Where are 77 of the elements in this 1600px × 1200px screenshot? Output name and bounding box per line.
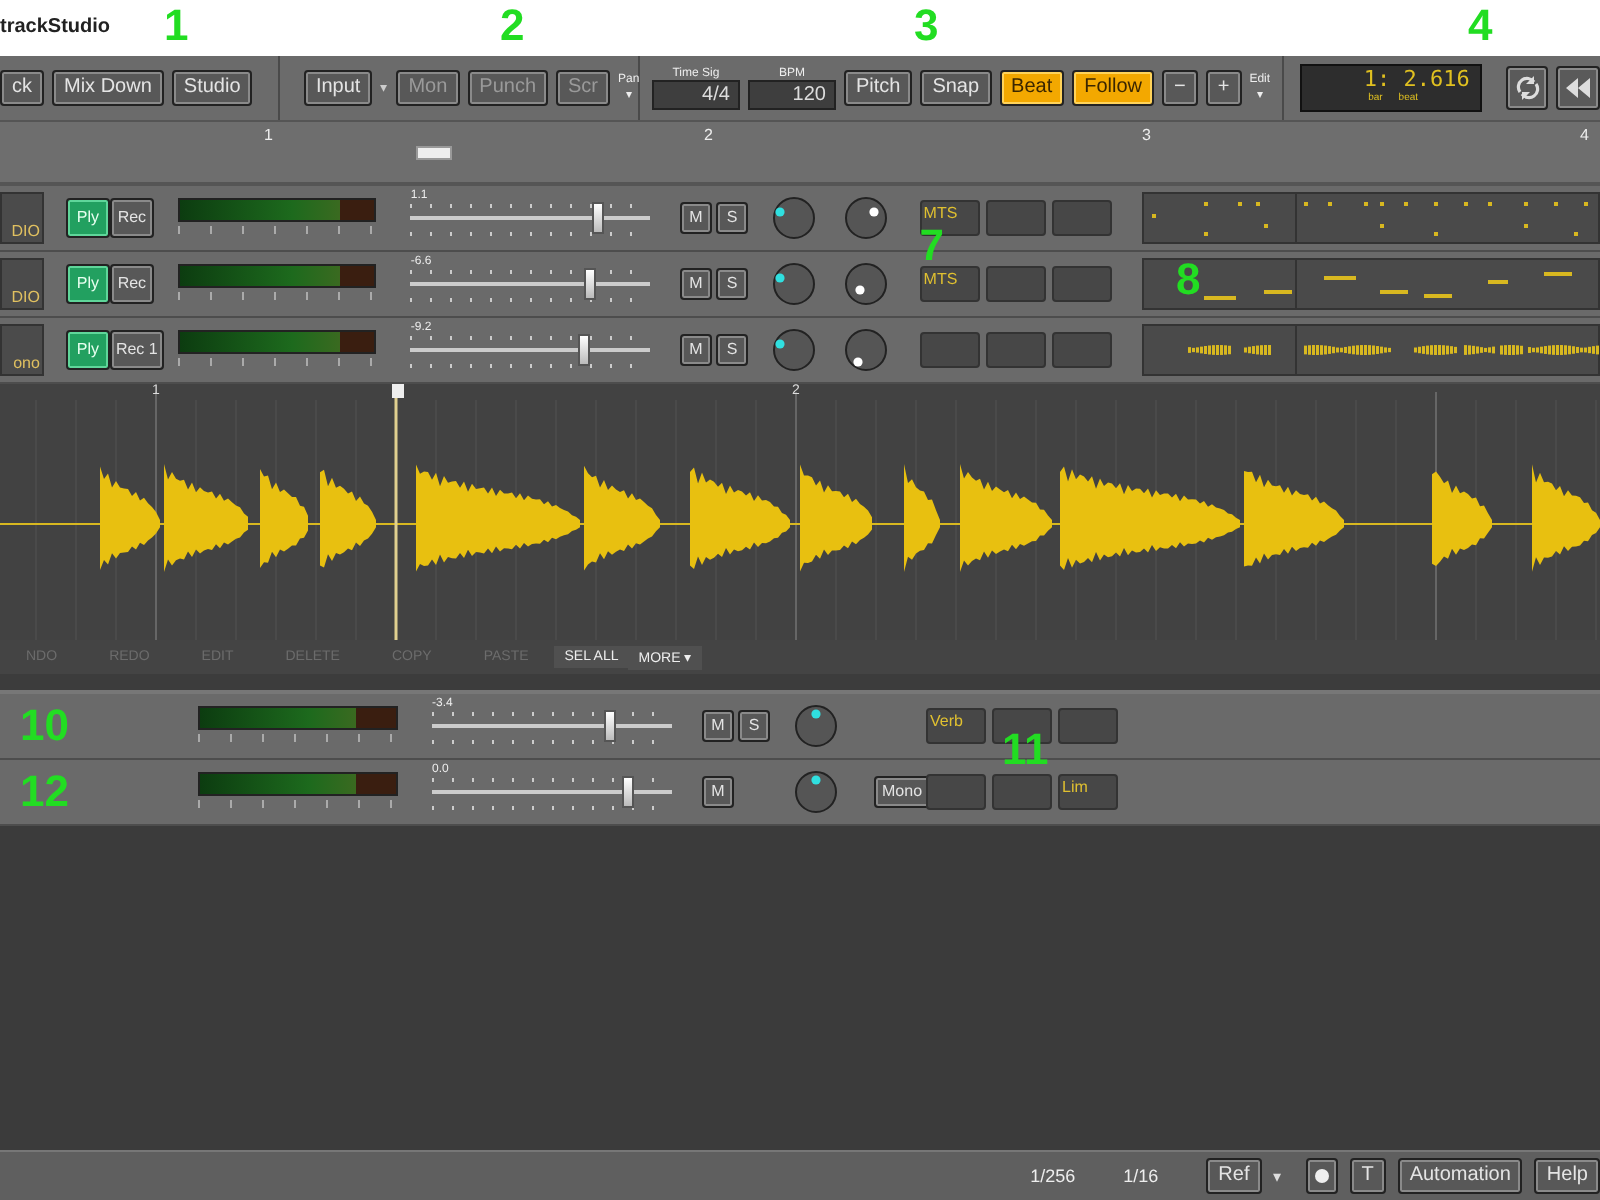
rewind-icon bbox=[1564, 76, 1593, 100]
toolbar-button[interactable]: Follow bbox=[1072, 70, 1155, 106]
callout-number: 2 bbox=[500, 4, 525, 48]
bar-number: 2 bbox=[704, 126, 713, 144]
toolbar-button[interactable]: Pitch bbox=[843, 70, 913, 106]
mute-button[interactable]: M bbox=[680, 202, 712, 234]
record-toggle[interactable]: Rec bbox=[109, 198, 154, 238]
dot-icon bbox=[1313, 1168, 1330, 1184]
fader-thumb[interactable] bbox=[622, 776, 635, 808]
callout-number: 3 bbox=[914, 4, 939, 48]
value-field[interactable]: 4/4 bbox=[651, 79, 740, 109]
knob-icon[interactable] bbox=[844, 328, 888, 372]
fader-thumb[interactable] bbox=[591, 202, 604, 234]
knob-icon[interactable] bbox=[794, 704, 838, 748]
bar-number: 4 bbox=[1580, 126, 1589, 144]
grid-value: 1/256 bbox=[1030, 1166, 1076, 1186]
status-button[interactable]: Automation bbox=[1397, 1158, 1523, 1194]
window-title: trackStudio bbox=[0, 16, 111, 38]
knob-icon[interactable] bbox=[772, 196, 816, 240]
solo-button[interactable]: S bbox=[716, 334, 748, 366]
mute-button[interactable]: M bbox=[702, 776, 734, 808]
play-toggle[interactable]: Ply bbox=[65, 264, 110, 304]
toolbar-button[interactable]: + bbox=[1205, 70, 1242, 106]
toolbar-button[interactable]: Mix Down bbox=[52, 70, 164, 106]
mute-button[interactable]: M bbox=[680, 334, 712, 366]
knob-icon[interactable] bbox=[794, 770, 838, 814]
bar-number: 1 bbox=[264, 126, 273, 144]
record-toggle[interactable]: Rec bbox=[109, 264, 154, 304]
rewind-button[interactable] bbox=[1556, 66, 1600, 110]
callout-number: 1 bbox=[164, 4, 189, 48]
track-name[interactable]: ono bbox=[0, 324, 44, 376]
callout-number: 10 bbox=[20, 704, 69, 748]
bar-number: 3 bbox=[1142, 126, 1151, 144]
track-name[interactable]: DIO bbox=[0, 258, 44, 310]
status-button[interactable]: Help bbox=[1534, 1158, 1600, 1194]
callout-number: 8 bbox=[1176, 258, 1201, 302]
solo-button[interactable]: S bbox=[716, 202, 748, 234]
mono-button[interactable]: Mono bbox=[874, 776, 931, 808]
knob-icon[interactable] bbox=[772, 328, 816, 372]
record-button[interactable] bbox=[1305, 1158, 1338, 1194]
caret-icon: ▾ bbox=[1273, 1167, 1282, 1185]
effect-slot[interactable]: MTS bbox=[919, 266, 980, 302]
dropdown-button[interactable]: Ref bbox=[1206, 1158, 1262, 1194]
value-field[interactable]: 120 bbox=[747, 79, 836, 109]
knob-icon[interactable] bbox=[844, 196, 888, 240]
playhead-line[interactable] bbox=[394, 392, 398, 640]
knob-icon[interactable] bbox=[844, 262, 888, 306]
mute-button[interactable]: M bbox=[702, 710, 734, 742]
effect-slot[interactable]: Verb bbox=[926, 708, 986, 744]
solo-button[interactable]: S bbox=[738, 710, 770, 742]
playhead-handle[interactable] bbox=[416, 146, 452, 160]
record-toggle[interactable]: Rec 1 bbox=[109, 330, 164, 370]
toolbar-button[interactable]: − bbox=[1162, 70, 1198, 106]
fader-thumb[interactable] bbox=[603, 710, 616, 742]
loop-button[interactable] bbox=[1505, 66, 1549, 110]
toolbar-button[interactable]: Studio bbox=[171, 70, 253, 106]
play-toggle[interactable]: Ply bbox=[65, 330, 110, 370]
dropdown-button[interactable]: Input bbox=[303, 70, 373, 106]
play-toggle[interactable]: Ply bbox=[65, 198, 110, 238]
callout-number: 12 bbox=[20, 770, 69, 814]
effect-slot[interactable]: Lim bbox=[1058, 774, 1118, 810]
track-name[interactable]: DIO bbox=[0, 192, 44, 244]
mute-button[interactable]: M bbox=[680, 268, 712, 300]
toolbar-button[interactable]: Snap bbox=[920, 70, 992, 106]
callout-number: 11 bbox=[1002, 728, 1049, 772]
playhead-handle[interactable] bbox=[392, 384, 404, 398]
callout-number: 4 bbox=[1468, 4, 1493, 48]
toolbar-button[interactable]: ck bbox=[0, 70, 44, 106]
grid-value: 1/16 bbox=[1123, 1166, 1159, 1186]
status-button[interactable]: T bbox=[1349, 1158, 1386, 1194]
knob-icon[interactable] bbox=[772, 262, 816, 306]
fader-thumb[interactable] bbox=[584, 268, 597, 300]
position-readout: 1: 2.616 bbox=[1363, 68, 1470, 92]
loop-icon bbox=[1513, 74, 1541, 102]
solo-button[interactable]: S bbox=[716, 268, 748, 300]
toolbar-button[interactable]: Beat bbox=[999, 70, 1065, 106]
fader-thumb[interactable] bbox=[577, 334, 589, 366]
